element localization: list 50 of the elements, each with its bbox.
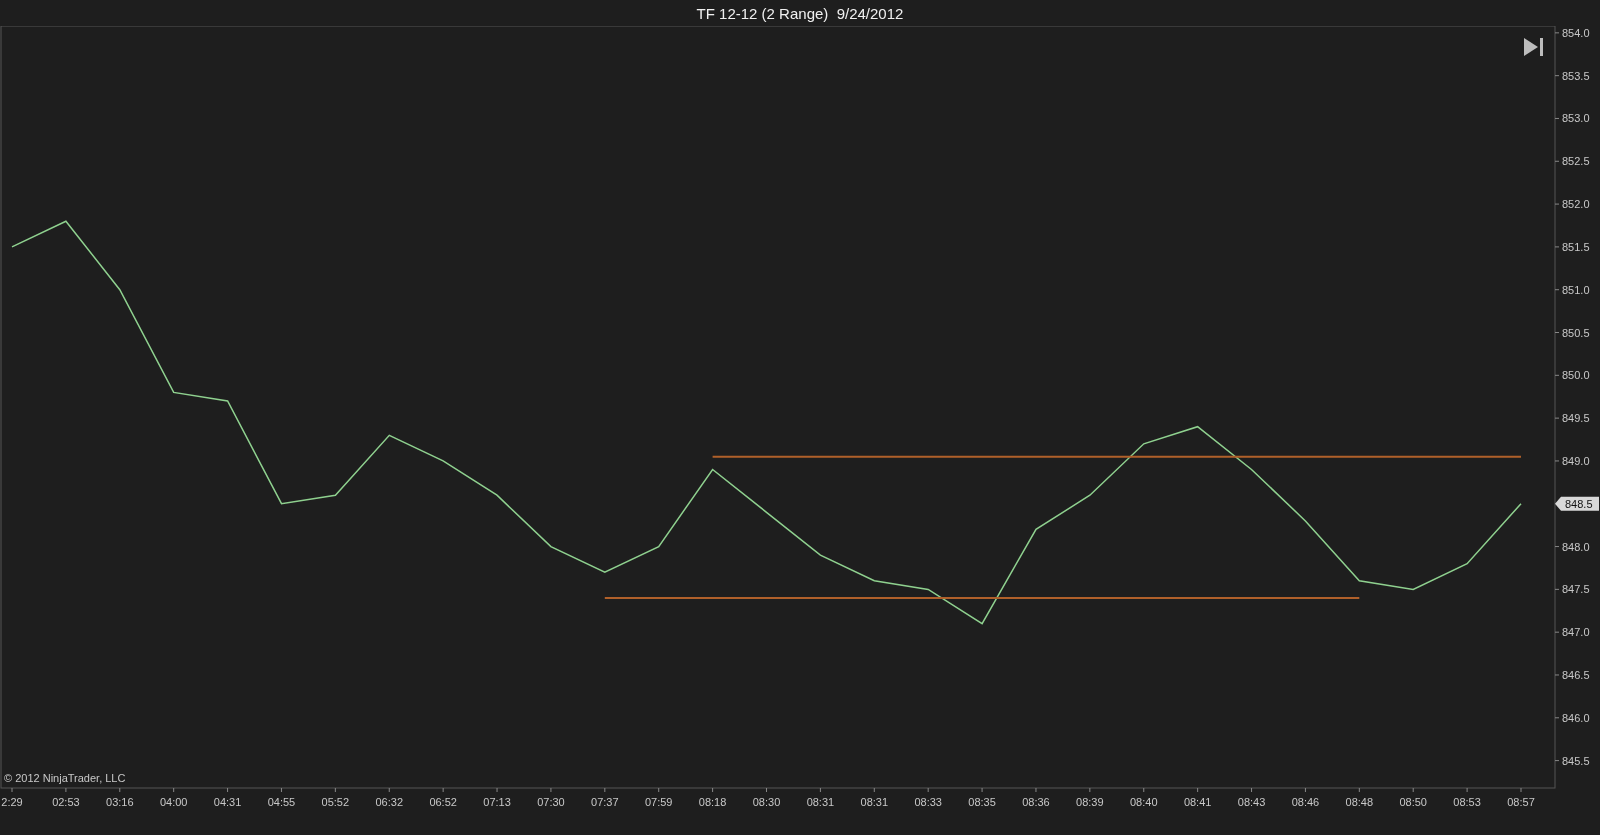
axis-label: 02:53 (52, 796, 80, 808)
axis-label: 04:55 (267, 796, 296, 808)
axis-label: 03:16 (106, 796, 134, 808)
axis-label: 08:48 (1345, 796, 1374, 808)
axis-label: 847.5 (1562, 583, 1590, 596)
chart-title: TF 12-12 (2 Range) 9/24/2012 (696, 4, 904, 22)
axis-label: 08:35 (968, 796, 996, 808)
axis-label: 08:36 (1022, 796, 1050, 808)
axis-label: 850.5 (1562, 326, 1590, 339)
axis-label: 06:32 (375, 796, 403, 808)
axis-label: 05:52 (321, 796, 350, 808)
axis-label: 06:52 (429, 796, 457, 808)
axis-label: 08:18 (698, 796, 727, 808)
axis-label: 851.5 (1562, 240, 1590, 253)
axis-label: 04:00 (159, 796, 188, 808)
axis-label: 08:57 (1507, 796, 1535, 808)
axis-label: 08:40 (1130, 796, 1158, 808)
axis-label: 846.5 (1562, 669, 1590, 681)
axis-label: 852.5 (1562, 155, 1590, 168)
axis-label: 08:50 (1399, 796, 1427, 808)
axis-label: 849.0 (1562, 454, 1590, 467)
axis-label: 07:30 (537, 796, 565, 808)
axis-label: 846.0 (1562, 711, 1590, 724)
axis-label: 08:41 (1183, 796, 1212, 808)
axis-label: 849.5 (1562, 412, 1590, 425)
axis-label: 853.5 (1562, 69, 1590, 82)
axis-label: 848.0 (1562, 540, 1590, 553)
axis-label: 850.0 (1562, 369, 1590, 382)
axis-label: 08:46 (1291, 796, 1320, 808)
skip-to-end-icon[interactable] (1524, 38, 1543, 56)
axis-label: 854.0 (1562, 26, 1590, 39)
price-marker: 848.5 (1555, 496, 1599, 511)
axis-label: 08:39 (1076, 796, 1104, 808)
axis-label: 2:29 (1, 796, 23, 808)
copyright-text: © 2012 NinjaTrader, LLC (4, 772, 126, 784)
axis-label: 04:31 (213, 796, 242, 808)
axis-label: 08:43 (1237, 796, 1266, 808)
axis-label: 08:31 (806, 796, 835, 808)
axis-label: 08:30 (752, 796, 781, 808)
axis-label: 07:59 (644, 796, 673, 808)
axis-label: 07:13 (483, 796, 511, 808)
axis-label: 08:31 (860, 796, 889, 808)
axis-label: 845.5 (1562, 754, 1590, 767)
axis-label: 852.0 (1562, 198, 1590, 211)
axis-label: 847.0 (1562, 626, 1590, 639)
axis-label: 851.0 (1562, 283, 1590, 296)
axis-label: 853.0 (1562, 112, 1590, 125)
axis-label: 07:37 (591, 796, 619, 808)
axis-label: 08:33 (914, 796, 942, 808)
axis-label: 08:53 (1453, 796, 1481, 808)
